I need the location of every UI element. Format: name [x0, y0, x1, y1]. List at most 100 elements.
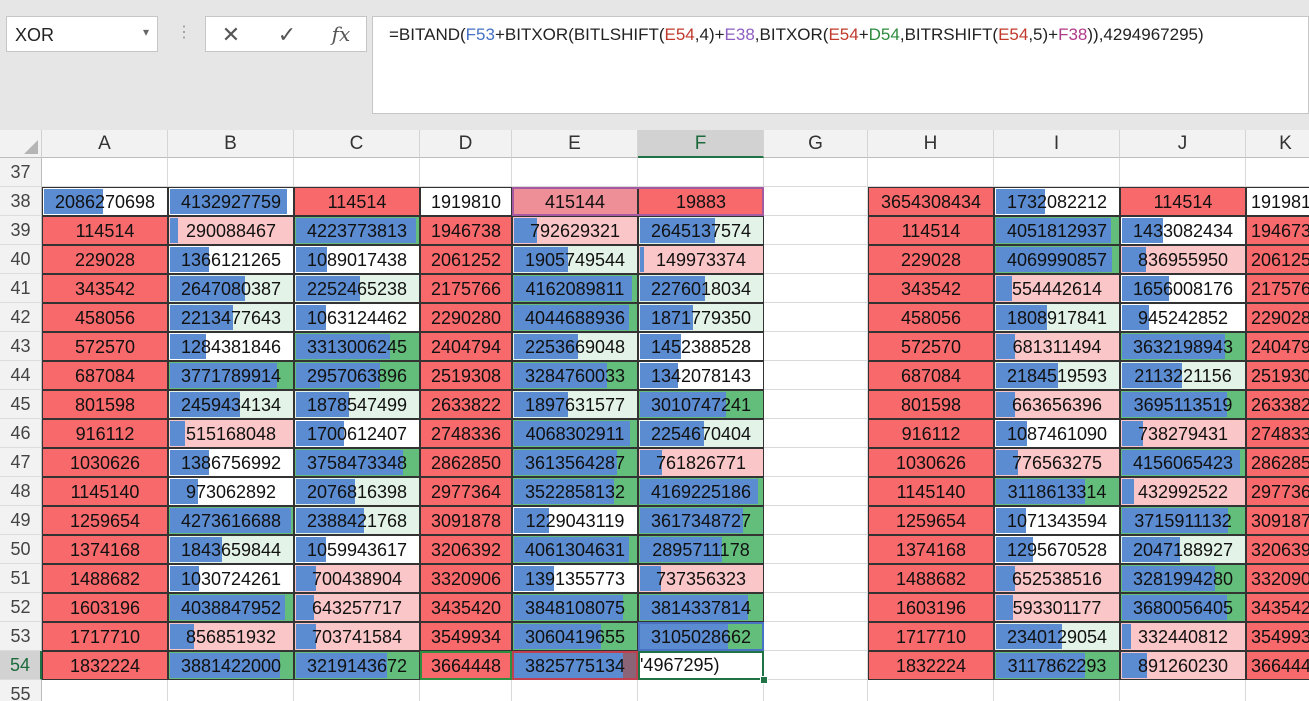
- cell-j41[interactable]: 1656008176: [1120, 274, 1246, 303]
- cell-j46[interactable]: 738279431: [1120, 419, 1246, 448]
- cell-g47[interactable]: [764, 448, 868, 477]
- cell-a38[interactable]: 2086270698: [42, 187, 168, 216]
- cell-a48[interactable]: 1145140: [42, 477, 168, 506]
- cell-a40[interactable]: 229028: [42, 245, 168, 274]
- cell-g50[interactable]: [764, 535, 868, 564]
- cell-c47[interactable]: 3758473348: [294, 448, 420, 477]
- cell-a46[interactable]: 916112: [42, 419, 168, 448]
- cell-k54[interactable]: 3664448: [1246, 651, 1309, 680]
- cell-d51[interactable]: 3320906: [420, 564, 512, 593]
- cell-g45[interactable]: [764, 390, 868, 419]
- row-header-46[interactable]: 46: [0, 419, 42, 448]
- cell-a45[interactable]: 801598: [42, 390, 168, 419]
- cell-i39[interactable]: 4051812937: [994, 216, 1120, 245]
- cell-e42[interactable]: 4044688936: [512, 303, 638, 332]
- cell-h41[interactable]: 343542: [868, 274, 994, 303]
- cell-i53[interactable]: 2340129054: [994, 622, 1120, 651]
- row-header-38[interactable]: 38: [0, 187, 42, 216]
- cell-h37[interactable]: [868, 158, 994, 187]
- cell-g53[interactable]: [764, 622, 868, 651]
- column-header-f[interactable]: F: [638, 130, 764, 158]
- column-header-i[interactable]: I: [994, 130, 1120, 158]
- cell-h53[interactable]: 1717710: [868, 622, 994, 651]
- cell-d46[interactable]: 2748336: [420, 419, 512, 448]
- cell-k42[interactable]: 2290280: [1246, 303, 1309, 332]
- column-header-j[interactable]: J: [1120, 130, 1246, 158]
- cell-c52[interactable]: 643257717: [294, 593, 420, 622]
- cell-k52[interactable]: 3435420: [1246, 593, 1309, 622]
- cell-e51[interactable]: 1391355773: [512, 564, 638, 593]
- cell-j44[interactable]: 2113221156: [1120, 361, 1246, 390]
- cell-k55[interactable]: [1246, 680, 1309, 701]
- cell-e52[interactable]: 3848108075: [512, 593, 638, 622]
- cell-j42[interactable]: 945242852: [1120, 303, 1246, 332]
- cell-f48[interactable]: 4169225186: [638, 477, 764, 506]
- cell-f50[interactable]: 2895711178: [638, 535, 764, 564]
- row-header-54[interactable]: 54: [0, 651, 42, 680]
- cell-h51[interactable]: 1488682: [868, 564, 994, 593]
- cell-d43[interactable]: 2404794: [420, 332, 512, 361]
- cell-a53[interactable]: 1717710: [42, 622, 168, 651]
- cell-j54[interactable]: 891260230: [1120, 651, 1246, 680]
- cell-g38[interactable]: [764, 187, 868, 216]
- row-header-51[interactable]: 51: [0, 564, 42, 593]
- row-header-50[interactable]: 50: [0, 535, 42, 564]
- cell-b41[interactable]: 2647080387: [168, 274, 294, 303]
- cell-g54[interactable]: [764, 651, 868, 680]
- cell-j49[interactable]: 3715911132: [1120, 506, 1246, 535]
- cell-h44[interactable]: 687084: [868, 361, 994, 390]
- cell-a52[interactable]: 1603196: [42, 593, 168, 622]
- cell-e55[interactable]: [512, 680, 638, 701]
- cell-c45[interactable]: 1878547499: [294, 390, 420, 419]
- cell-f39[interactable]: 2645137574: [638, 216, 764, 245]
- cell-i38[interactable]: 1732082212: [994, 187, 1120, 216]
- cell-d41[interactable]: 2175766: [420, 274, 512, 303]
- cell-h46[interactable]: 916112: [868, 419, 994, 448]
- cell-b37[interactable]: [168, 158, 294, 187]
- cancel-icon[interactable]: ✕: [216, 22, 246, 48]
- cell-j51[interactable]: 3281994280: [1120, 564, 1246, 593]
- name-box[interactable]: XOR ▾: [6, 16, 158, 52]
- cell-h43[interactable]: 572570: [868, 332, 994, 361]
- cell-g43[interactable]: [764, 332, 868, 361]
- cell-a54[interactable]: 1832224: [42, 651, 168, 680]
- row-header-39[interactable]: 39: [0, 216, 42, 245]
- cell-c51[interactable]: 700438904: [294, 564, 420, 593]
- cell-c43[interactable]: 3313006245: [294, 332, 420, 361]
- column-header-b[interactable]: B: [168, 130, 294, 158]
- cell-h42[interactable]: 458056: [868, 303, 994, 332]
- cell-i47[interactable]: 776563275: [994, 448, 1120, 477]
- row-header-44[interactable]: 44: [0, 361, 42, 390]
- cell-k39[interactable]: 1946738: [1246, 216, 1309, 245]
- cell-h40[interactable]: 229028: [868, 245, 994, 274]
- cell-c55[interactable]: [294, 680, 420, 701]
- row-header-37[interactable]: 37: [0, 158, 42, 187]
- cell-i40[interactable]: 4069990857: [994, 245, 1120, 274]
- cell-j55[interactable]: [1120, 680, 1246, 701]
- cell-c39[interactable]: 4223773813: [294, 216, 420, 245]
- cell-i46[interactable]: 1087461090: [994, 419, 1120, 448]
- cell-e44[interactable]: 3284760033: [512, 361, 638, 390]
- cell-i51[interactable]: 652538516: [994, 564, 1120, 593]
- cell-b52[interactable]: 4038847952: [168, 593, 294, 622]
- cell-h39[interactable]: 114514: [868, 216, 994, 245]
- cell-h55[interactable]: [868, 680, 994, 701]
- enter-check-icon[interactable]: ✓: [272, 22, 302, 48]
- cell-d49[interactable]: 3091878: [420, 506, 512, 535]
- cell-e45[interactable]: 1897631577: [512, 390, 638, 419]
- row-header-42[interactable]: 42: [0, 303, 42, 332]
- cell-i49[interactable]: 1071343594: [994, 506, 1120, 535]
- cell-j40[interactable]: 836955950: [1120, 245, 1246, 274]
- cell-e48[interactable]: 3522858132: [512, 477, 638, 506]
- row-header-40[interactable]: 40: [0, 245, 42, 274]
- cell-i42[interactable]: 1808917841: [994, 303, 1120, 332]
- cell-b47[interactable]: 1386756992: [168, 448, 294, 477]
- cell-e50[interactable]: 4061304631: [512, 535, 638, 564]
- column-header-h[interactable]: H: [868, 130, 994, 158]
- cell-f51[interactable]: 737356323: [638, 564, 764, 593]
- cell-a42[interactable]: 458056: [42, 303, 168, 332]
- cell-d52[interactable]: 3435420: [420, 593, 512, 622]
- cell-a49[interactable]: 1259654: [42, 506, 168, 535]
- cell-b48[interactable]: 973062892: [168, 477, 294, 506]
- cell-b44[interactable]: 3771789914: [168, 361, 294, 390]
